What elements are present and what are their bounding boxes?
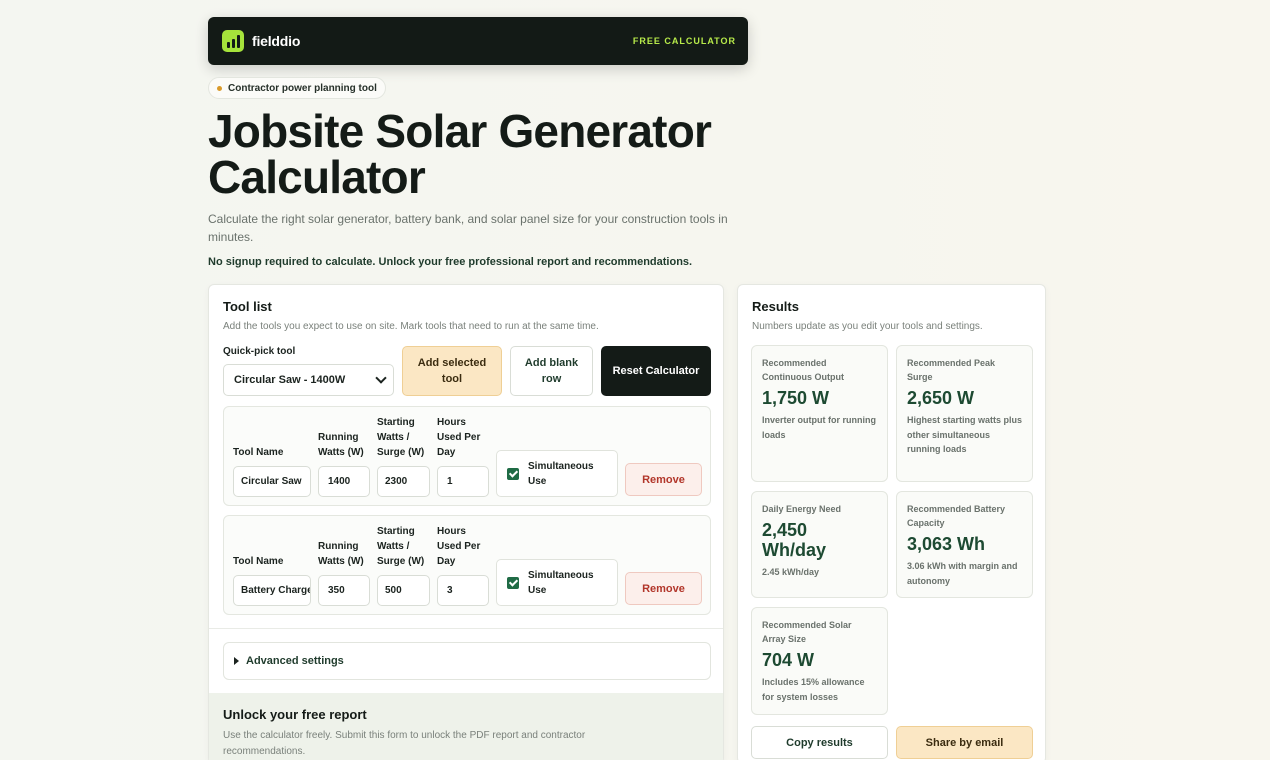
simultaneous-use-toggle[interactable]: Simultaneous Use <box>496 450 618 497</box>
starting-watts-input[interactable]: 2300 <box>377 466 430 497</box>
result-note: Includes 15% allowance for system losses <box>762 677 865 702</box>
simultaneous-use-toggle[interactable]: Simultaneous Use <box>496 559 618 606</box>
starting-watts-input[interactable]: 500 <box>377 575 430 606</box>
results-panel: Results Numbers update as you edit your … <box>737 284 1046 760</box>
add-selected-tool-button[interactable]: Add selected tool <box>402 346 502 396</box>
result-card-daily-energy: Daily Energy Need 2,450 Wh/day 2.45 kWh/… <box>751 491 888 598</box>
result-label: Recommended Peak Surge <box>907 358 996 382</box>
simultaneous-use-label: Simultaneous Use <box>528 460 594 487</box>
tool-row: Tool Name Running Watts (W) Starting Wat… <box>223 406 711 506</box>
results-title: Results <box>752 299 799 314</box>
caret-right-icon <box>234 657 239 665</box>
free-calculator-tag: FREE CALCULATOR <box>632 36 736 46</box>
add-blank-row-button[interactable]: Add blank row <box>510 346 593 396</box>
page-subtitle: Calculate the right solar generator, bat… <box>208 212 728 244</box>
tool-name-input[interactable]: Battery Charger <box>233 575 311 606</box>
checkbox-checked-icon[interactable] <box>507 467 519 480</box>
starting-watts-label: Starting Watts / Surge (W) <box>377 526 425 567</box>
starting-watts-label: Starting Watts / Surge (W) <box>377 417 425 458</box>
tool-name-label: Tool Name <box>233 447 284 458</box>
result-value: 704 W <box>762 650 815 670</box>
tool-list-title: Tool list <box>223 299 272 314</box>
result-card-continuous-output: Recommended Continuous Output 1,750 W In… <box>751 345 888 482</box>
copy-results-button[interactable]: Copy results <box>751 726 888 759</box>
remove-button[interactable]: Remove <box>625 463 702 496</box>
tool-row: Tool Name Running Watts (W) Starting Wat… <box>223 515 711 615</box>
tool-name-label: Tool Name <box>233 556 284 567</box>
result-label: Recommended Solar Array Size <box>762 620 852 644</box>
status-dot-icon <box>217 85 222 91</box>
checkbox-checked-icon[interactable] <box>507 576 519 589</box>
result-label: Daily Energy Need <box>762 504 842 514</box>
result-card-battery-capacity: Recommended Battery Capacity 3,063 Wh 3.… <box>896 491 1033 598</box>
result-note: 3.06 kWh with margin and autonomy <box>907 561 1018 586</box>
simultaneous-use-label: Simultaneous Use <box>528 569 594 596</box>
reset-calculator-button[interactable]: Reset Calculator <box>601 346 711 396</box>
running-watts-input[interactable]: 1400 <box>318 466 370 497</box>
top-bar: fielddio FREE CALCULATOR <box>208 17 748 65</box>
quick-pick-select[interactable]: Circular Saw - 1400W <box>223 364 394 396</box>
result-value: 2,650 W <box>907 388 975 408</box>
page-title: Jobsite Solar Generator Calculator <box>208 105 712 203</box>
result-value: 2,450 Wh/day <box>762 520 827 560</box>
hours-per-day-label: Hours Used Per Day <box>437 526 481 567</box>
no-signup-note: No signup required to calculate. Unlock … <box>208 256 693 268</box>
result-label: Recommended Battery Capacity <box>907 504 1006 528</box>
quick-pick-label: Quick-pick tool <box>223 346 296 357</box>
hours-per-day-input[interactable]: 3 <box>437 575 489 606</box>
result-card-peak-surge: Recommended Peak Surge 2,650 W Highest s… <box>896 345 1033 482</box>
brand[interactable]: fielddio <box>222 30 300 52</box>
advanced-settings-label: Advanced settings <box>246 655 344 667</box>
bar-chart-icon <box>222 30 244 52</box>
running-watts-label: Running Watts (W) <box>318 432 364 458</box>
tool-list-subtitle: Add the tools you expect to use on site.… <box>223 321 599 332</box>
hours-per-day-input[interactable]: 1 <box>437 466 489 497</box>
result-note: Highest starting watts plus other simult… <box>907 415 1023 454</box>
result-card-solar-array: Recommended Solar Array Size 704 W Inclu… <box>751 607 888 715</box>
quick-pick-value: Circular Saw - 1400W <box>234 374 346 386</box>
results-subtitle: Numbers update as you edit your tools an… <box>752 321 983 332</box>
result-note: 2.45 kWh/day <box>762 567 820 577</box>
result-value: 1,750 W <box>762 388 830 408</box>
result-label: Recommended Continuous Output <box>762 358 844 382</box>
chevron-down-icon <box>375 372 387 384</box>
tool-category-pill: Contractor power planning tool <box>208 77 386 99</box>
unlock-title: Unlock your free report <box>223 707 367 722</box>
tool-list-panel: Tool list Add the tools you expect to us… <box>208 284 724 760</box>
remove-button[interactable]: Remove <box>625 572 702 605</box>
result-note: Inverter output for running loads <box>762 415 876 440</box>
running-watts-input[interactable]: 350 <box>318 575 370 606</box>
pill-label: Contractor power planning tool <box>228 82 377 94</box>
result-value: 3,063 Wh <box>907 534 986 554</box>
tool-name-input[interactable]: Circular Saw <box>233 466 311 497</box>
hours-per-day-label: Hours Used Per Day <box>437 417 481 458</box>
unlock-report-section: Unlock your free report Use the calculat… <box>209 693 723 760</box>
running-watts-label: Running Watts (W) <box>318 541 364 567</box>
share-by-email-button[interactable]: Share by email <box>896 726 1033 759</box>
divider <box>209 628 723 629</box>
brand-name: fielddio <box>252 33 301 49</box>
unlock-subtitle: Use the calculator freely. Submit this f… <box>223 730 586 757</box>
advanced-settings-toggle[interactable]: Advanced settings <box>223 642 711 680</box>
